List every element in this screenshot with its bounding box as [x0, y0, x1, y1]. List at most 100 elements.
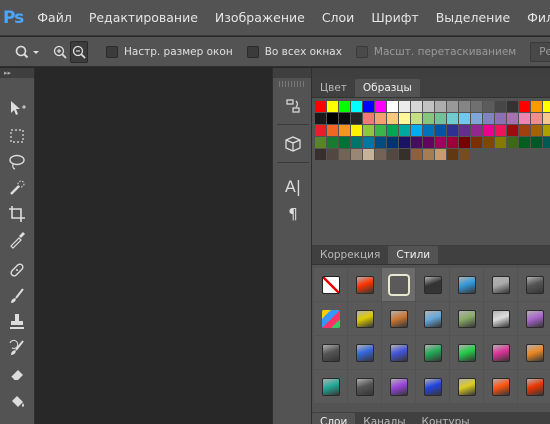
color-swatch[interactable] [375, 137, 386, 148]
style-preset[interactable] [382, 370, 415, 403]
color-swatch[interactable] [363, 149, 374, 160]
crop-tool-button[interactable] [5, 202, 29, 226]
style-preset[interactable] [416, 336, 449, 369]
color-swatch[interactable] [363, 137, 374, 148]
style-preset[interactable] [484, 370, 517, 403]
tab-styles[interactable]: Стили [388, 246, 439, 264]
color-swatch[interactable] [447, 137, 458, 148]
color-swatch[interactable] [363, 125, 374, 136]
color-swatch[interactable] [399, 101, 410, 112]
tab-channels[interactable]: Каналы [355, 413, 413, 424]
color-swatch[interactable] [447, 149, 458, 160]
color-swatch[interactable] [519, 113, 530, 124]
dock-header[interactable] [273, 68, 311, 78]
style-preset[interactable] [518, 302, 550, 335]
paragraph-panel-button[interactable]: ¶ [281, 202, 305, 226]
color-swatch[interactable] [399, 137, 410, 148]
color-swatch[interactable] [315, 149, 326, 160]
color-swatch[interactable] [387, 125, 398, 136]
style-preset[interactable] [416, 302, 449, 335]
style-preset[interactable] [484, 302, 517, 335]
color-swatch[interactable] [339, 125, 350, 136]
style-preset[interactable] [382, 268, 415, 301]
style-preset[interactable] [484, 268, 517, 301]
lasso-tool-button[interactable] [5, 150, 29, 174]
resize-windows-checkbox[interactable] [106, 45, 118, 58]
color-swatch[interactable] [339, 149, 350, 160]
color-swatch[interactable] [483, 137, 494, 148]
color-swatch[interactable] [435, 137, 446, 148]
color-swatch[interactable] [519, 101, 530, 112]
actual-pixels-button[interactable]: Реальные [530, 41, 550, 62]
tab-adjustments[interactable]: Коррекция [312, 246, 388, 264]
color-swatch[interactable] [495, 125, 506, 136]
history-brush-tool-button[interactable] [5, 336, 29, 360]
tab-color[interactable]: Цвет [312, 79, 355, 97]
color-swatch[interactable] [531, 137, 542, 148]
style-preset[interactable] [518, 336, 550, 369]
color-swatch[interactable] [495, 113, 506, 124]
color-swatch[interactable] [387, 101, 398, 112]
scrubby-zoom-checkbox[interactable] [355, 45, 368, 58]
color-swatch[interactable] [459, 149, 470, 160]
color-swatch[interactable] [351, 125, 362, 136]
brush-tool-button[interactable] [5, 284, 29, 308]
color-swatch[interactable] [447, 101, 458, 112]
color-swatch[interactable] [459, 113, 470, 124]
color-swatch[interactable] [459, 101, 470, 112]
style-preset[interactable] [314, 302, 347, 335]
color-swatch[interactable] [507, 113, 518, 124]
color-swatch[interactable] [327, 125, 338, 136]
color-swatch[interactable] [375, 113, 386, 124]
color-swatch[interactable] [471, 113, 482, 124]
color-swatch[interactable] [543, 113, 550, 124]
color-swatch[interactable] [471, 125, 482, 136]
color-swatch[interactable] [423, 101, 434, 112]
style-preset[interactable] [450, 336, 483, 369]
menu-select[interactable]: Выделение [436, 10, 510, 25]
color-swatch[interactable] [363, 101, 374, 112]
character-panel-button[interactable]: A| [281, 174, 305, 198]
tools-panel-header[interactable]: ▸▸ [0, 68, 34, 78]
color-swatch[interactable] [435, 113, 446, 124]
color-swatch[interactable] [423, 113, 434, 124]
all-windows-checkbox[interactable] [246, 45, 259, 58]
color-swatch[interactable] [351, 113, 362, 124]
healing-brush-tool-button[interactable] [5, 258, 29, 282]
color-swatch[interactable] [435, 101, 446, 112]
style-preset[interactable] [518, 370, 550, 403]
document-canvas-area[interactable] [36, 68, 272, 424]
color-swatch[interactable] [459, 137, 470, 148]
color-swatch[interactable] [519, 137, 530, 148]
scrubby-zoom-option[interactable]: Масшт. перетаскиванием [355, 45, 516, 58]
panels-header[interactable] [312, 68, 550, 78]
style-preset[interactable] [348, 302, 381, 335]
color-swatch[interactable] [411, 149, 422, 160]
color-swatch[interactable] [435, 125, 446, 136]
color-swatch[interactable] [483, 125, 494, 136]
color-swatch[interactable] [375, 101, 386, 112]
color-swatch[interactable] [327, 101, 338, 112]
color-swatch[interactable] [519, 125, 530, 136]
color-swatch[interactable] [411, 125, 422, 136]
quick-select-tool-button[interactable] [5, 176, 29, 200]
color-swatch[interactable] [315, 125, 326, 136]
eraser-tool-button[interactable] [5, 362, 29, 386]
style-preset[interactable] [348, 336, 381, 369]
color-swatch[interactable] [507, 125, 518, 136]
style-preset[interactable] [382, 302, 415, 335]
color-swatch[interactable] [471, 101, 482, 112]
style-preset[interactable] [484, 336, 517, 369]
style-preset[interactable] [314, 370, 347, 403]
move-tool-button[interactable] [5, 96, 29, 120]
color-swatch[interactable] [315, 101, 326, 112]
color-swatch[interactable] [423, 125, 434, 136]
color-swatch[interactable] [543, 101, 550, 112]
color-swatch[interactable] [387, 149, 398, 160]
style-preset[interactable] [314, 336, 347, 369]
style-preset[interactable] [416, 370, 449, 403]
color-swatch[interactable] [399, 125, 410, 136]
color-swatch[interactable] [351, 101, 362, 112]
color-swatch[interactable] [447, 113, 458, 124]
color-swatch[interactable] [531, 101, 542, 112]
